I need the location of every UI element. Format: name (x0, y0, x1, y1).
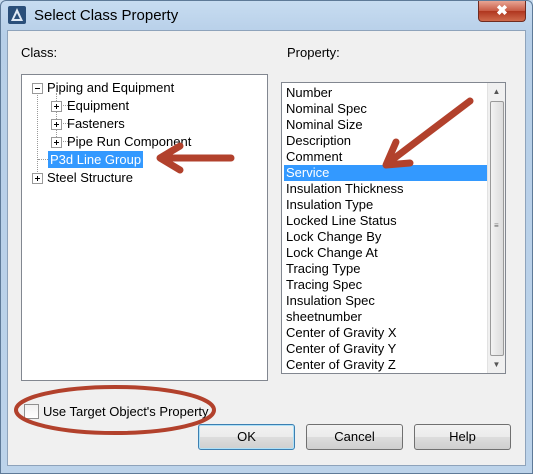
use-target-label[interactable]: Use Target Object's Property (43, 404, 209, 419)
list-item[interactable]: Tracing Spec (286, 277, 362, 293)
list-item[interactable]: Description (286, 133, 351, 149)
list-item[interactable]: Tracing Type (286, 261, 360, 277)
list-item[interactable]: Insulation Type (286, 197, 373, 213)
tree-item-label: Piping and Equipment (47, 80, 175, 95)
close-button[interactable]: ✖ (478, 1, 526, 22)
expand-icon[interactable] (51, 119, 62, 130)
list-item-selected[interactable]: Service (284, 165, 487, 181)
list-item[interactable]: sheetnumber (286, 309, 362, 325)
list-item[interactable]: Nominal Spec (286, 101, 367, 117)
list-item[interactable]: Number (286, 85, 332, 101)
tree-item-label: Fasteners (67, 116, 125, 131)
scroll-up-arrow-icon[interactable]: ▲ (488, 83, 505, 100)
list-item[interactable]: Nominal Size (286, 117, 363, 133)
scroll-thumb[interactable]: ≡ (490, 101, 504, 356)
scroll-down-arrow-icon[interactable]: ▼ (488, 356, 505, 373)
title-bar[interactable]: Select Class Property (1, 1, 532, 31)
window-title: Select Class Property (34, 7, 179, 24)
list-item[interactable]: Insulation Thickness (286, 181, 404, 197)
cancel-button[interactable]: Cancel (306, 424, 403, 450)
list-item[interactable]: Locked Line Status (286, 213, 397, 229)
tree-item-label: Pipe Run Component (67, 134, 192, 149)
collapse-icon[interactable] (32, 83, 43, 94)
property-list[interactable]: Number Nominal Spec Nominal Size Descrip… (281, 82, 506, 374)
property-list-scrollbar[interactable]: ▲ ≡ ▼ (487, 83, 505, 373)
expand-icon[interactable] (51, 137, 62, 148)
expand-icon[interactable] (51, 101, 62, 112)
tree-item-label: Steel Structure (47, 170, 133, 185)
help-button[interactable]: Help (414, 424, 511, 450)
property-label: Property: (287, 45, 340, 60)
list-item[interactable]: Lock Change At (286, 245, 378, 261)
tree-item-p3d-line-group[interactable]: P3d Line Group (48, 151, 144, 168)
grip-icon: ≡ (494, 221, 499, 230)
tree-item-label: Equipment (67, 98, 130, 113)
list-item[interactable]: Comment (286, 149, 342, 165)
list-item[interactable]: Center of Gravity X (286, 325, 397, 341)
expand-icon[interactable] (32, 173, 43, 184)
list-item[interactable]: Center of Gravity Z (286, 357, 396, 373)
use-target-checkbox[interactable] (24, 404, 39, 419)
list-item[interactable]: Center of Gravity Y (286, 341, 396, 357)
ok-button[interactable]: OK (198, 424, 295, 450)
class-tree[interactable]: Piping and Equipment Equipment Fasteners… (21, 74, 268, 381)
list-item[interactable]: Insulation Spec (286, 293, 375, 309)
autocad-logo-icon (8, 6, 26, 24)
list-item[interactable]: Lock Change By (286, 229, 381, 245)
class-label: Class: (21, 45, 58, 60)
